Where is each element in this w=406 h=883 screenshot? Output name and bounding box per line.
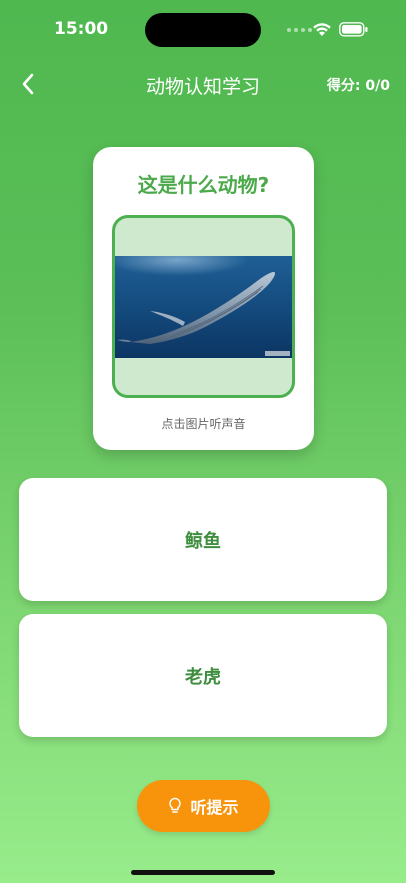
dynamic-island	[145, 13, 261, 47]
listen-hint-button[interactable]: 听提示	[137, 780, 270, 832]
question-card: 这是什么动物? 点击图片听声音	[93, 147, 314, 450]
wifi-icon	[313, 23, 331, 36]
lightbulb-icon	[169, 797, 182, 813]
status-bar: 15:00	[0, 0, 406, 58]
answer-option-whale[interactable]: 鲸鱼	[19, 478, 387, 601]
answer-option-label: 鲸鱼	[185, 530, 221, 552]
answer-option-label: 老虎	[185, 666, 221, 688]
whale-image	[115, 256, 292, 358]
header: 动物认知学习 得分: 0/0	[0, 62, 406, 106]
score-label: 得分: 0/0	[326, 78, 390, 94]
answer-option-tiger[interactable]: 老虎	[19, 614, 387, 737]
animal-image-button[interactable]	[112, 215, 295, 398]
status-time: 15:00	[54, 19, 109, 39]
cellular-signal-icon	[287, 28, 312, 32]
battery-icon	[339, 22, 368, 37]
hint-button-label: 听提示	[190, 798, 239, 817]
image-hint-text: 点击图片听声音	[161, 417, 246, 431]
question-prompt: 这是什么动物?	[137, 173, 270, 197]
home-indicator	[131, 870, 275, 875]
